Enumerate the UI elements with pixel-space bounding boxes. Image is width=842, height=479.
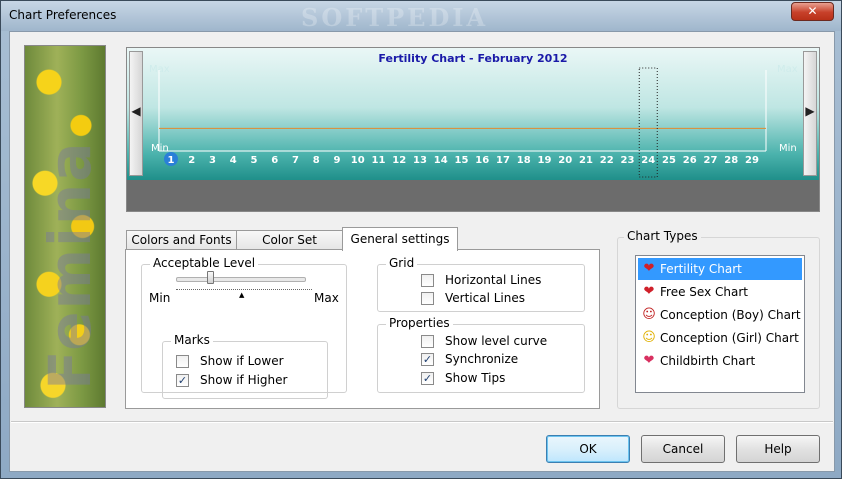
chart-type-conception-boy[interactable]: ☺ Conception (Boy) Chart — [638, 304, 802, 326]
dialog-client-area: Femina Fertility Chart - February 2012 ◀… — [9, 31, 835, 472]
day-label-3: 3 — [209, 155, 216, 166]
help-button[interactable]: Help — [736, 435, 820, 463]
day-label-21: 21 — [579, 155, 593, 166]
chart-plot-area: Fertility Chart - February 2012 ◀ ▶ Max … — [127, 48, 819, 180]
checkbox-box[interactable] — [421, 292, 434, 305]
slider-thumb[interactable] — [206, 271, 214, 284]
checkbox-box[interactable] — [421, 274, 434, 287]
day-label-8: 8 — [313, 155, 320, 166]
grid-group: Grid Horizontal Lines Vertical Lines — [377, 256, 585, 312]
day-label-5: 5 — [251, 155, 258, 166]
chart-type-label: Conception (Girl) Chart — [660, 331, 799, 345]
chart-type-label: Free Sex Chart — [660, 285, 748, 299]
chart-type-label: Childbirth Chart — [660, 354, 756, 368]
checkbox-box[interactable]: ✓ — [421, 372, 434, 385]
day-label-20: 20 — [558, 155, 572, 166]
day-label-10: 10 — [351, 155, 365, 166]
properties-title: Properties — [386, 316, 453, 330]
day-label-4: 4 — [230, 155, 237, 166]
acceptable-level-group: Acceptable Level Min Max ▲ Marks Show if… — [141, 256, 347, 399]
properties-group: Properties Show level curve ✓ Synchroniz… — [377, 316, 585, 393]
show-tips-label: Show Tips — [445, 371, 506, 385]
day-label-24: 24 — [641, 155, 655, 166]
day-label-7: 7 — [292, 155, 299, 166]
slider-max-label: Max — [314, 291, 339, 305]
checkbox-box[interactable] — [421, 335, 434, 348]
slider-current-marker: ▲ — [239, 291, 245, 299]
day-label-2: 2 — [188, 155, 195, 166]
day-label-1: 1 — [168, 155, 175, 166]
day-label-19: 19 — [538, 155, 552, 166]
acceptable-level-title: Acceptable Level — [150, 256, 259, 270]
chart-type-childbirth[interactable]: ❤ Childbirth Chart — [638, 350, 802, 372]
banner-logo-text: Femina — [36, 140, 104, 390]
watermark: SOFTPEDIA — [301, 3, 489, 32]
show-if-lower-label: Show if Lower — [200, 354, 284, 368]
checkbox-box[interactable]: ✓ — [176, 374, 189, 387]
marks-title: Marks — [171, 333, 213, 347]
general-settings-panel: Acceptable Level Min Max ▲ Marks Show if… — [125, 249, 600, 409]
heart-icon: ❤ — [643, 261, 655, 276]
day-label-12: 12 — [392, 155, 406, 166]
day-label-18: 18 — [517, 155, 531, 166]
synchronize-label: Synchronize — [445, 352, 519, 366]
horizontal-lines-label: Horizontal Lines — [445, 273, 542, 287]
day-label-11: 11 — [372, 155, 386, 166]
chart-types-title: Chart Types — [624, 229, 701, 243]
vertical-lines-label: Vertical Lines — [445, 291, 525, 305]
checkbox-box[interactable]: ✓ — [421, 353, 434, 366]
day-label-6: 6 — [271, 155, 278, 166]
acceptable-level-slider[interactable] — [176, 277, 306, 282]
day-label-26: 26 — [683, 155, 697, 166]
chart-status-strip — [127, 180, 819, 211]
grid-title: Grid — [386, 256, 418, 270]
show-if-higher-label: Show if Higher — [200, 373, 288, 387]
day-label-23: 23 — [621, 155, 635, 166]
cancel-button[interactable]: Cancel — [641, 435, 725, 463]
window-title: Chart Preferences — [9, 8, 117, 22]
chart-type-fertility[interactable]: ❤ Fertility Chart — [638, 258, 802, 280]
show-level-curve-label: Show level curve — [445, 334, 548, 348]
chart-type-free-sex[interactable]: ❤ Free Sex Chart — [638, 281, 802, 303]
day-label-29: 29 — [745, 155, 759, 166]
day-label-25: 25 — [662, 155, 676, 166]
chart-canvas[interactable]: 1 2 3 4 5 6 7 8 9 10 11 12 13 14 15 16 17 18 19 20 21 22 23 24 2… — [127, 48, 819, 180]
chart-type-label: Conception (Boy) Chart — [660, 308, 801, 322]
title-bar[interactable]: Chart Preferences SOFTPEDIA ✕ — [1, 1, 841, 32]
day-label-15: 15 — [455, 155, 469, 166]
childbirth-icon: ❤ — [643, 353, 655, 368]
day-label-9: 9 — [334, 155, 341, 166]
day-label-13: 13 — [413, 155, 427, 166]
baby-boy-icon: ☺ — [642, 307, 656, 322]
tab-color-set[interactable]: Color Set — [236, 230, 343, 251]
day-label-27: 27 — [704, 155, 718, 166]
slider-min-label: Min — [149, 291, 171, 305]
marks-group: Marks Show if Lower ✓ Show if Higher — [162, 333, 328, 399]
ok-button[interactable]: OK — [546, 435, 630, 463]
day-label-22: 22 — [600, 155, 614, 166]
day-label-16: 16 — [475, 155, 489, 166]
close-button[interactable]: ✕ — [791, 2, 834, 21]
chart-preferences-window: Chart Preferences SOFTPEDIA ✕ Femina Fer… — [0, 0, 842, 479]
chart-types-list[interactable]: ❤ Fertility Chart ❤ Free Sex Chart ☺ Con… — [635, 255, 805, 393]
checkbox-box[interactable] — [176, 355, 189, 368]
day-label-17: 17 — [496, 155, 510, 166]
baby-girl-icon: ☺ — [642, 330, 656, 345]
tab-colors-and-fonts[interactable]: Colors and Fonts — [126, 230, 237, 251]
tab-general-settings[interactable]: General settings — [342, 227, 458, 251]
chart-type-label: Fertility Chart — [660, 262, 742, 276]
chart-type-conception-girl[interactable]: ☺ Conception (Girl) Chart — [638, 327, 802, 349]
dandelion-banner-image: Femina — [24, 45, 106, 408]
chart-preview: Fertility Chart - February 2012 ◀ ▶ Max … — [126, 47, 820, 212]
day-label-28: 28 — [724, 155, 738, 166]
close-icon: ✕ — [807, 4, 818, 18]
footer-separator — [11, 421, 833, 423]
day-label-14: 14 — [434, 155, 448, 166]
double-heart-icon: ❤ — [643, 284, 655, 299]
